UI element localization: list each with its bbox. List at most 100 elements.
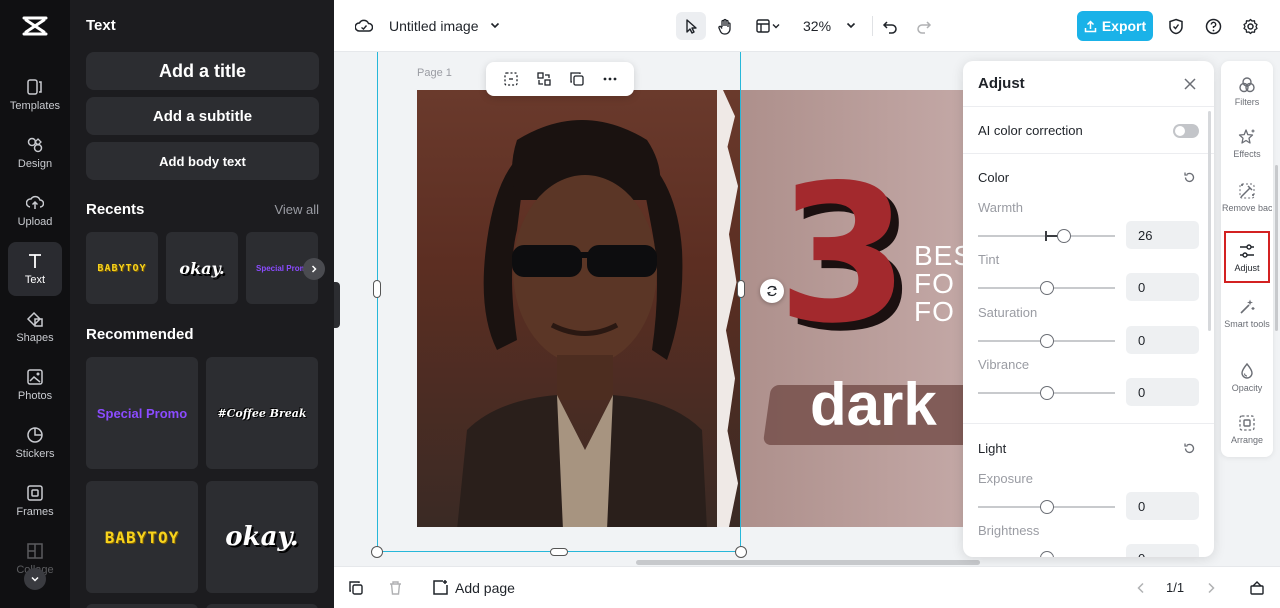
recommended-template-special-promo[interactable]: Special Promo	[86, 357, 198, 469]
cloud-save-icon[interactable]	[354, 16, 374, 36]
recents-next-button[interactable]	[303, 258, 325, 280]
vibrance-label: Vibrance	[978, 357, 1030, 372]
saturation-slider-knob[interactable]	[1039, 334, 1054, 348]
help-button[interactable]	[1203, 16, 1223, 36]
document-title[interactable]: Untitled image	[389, 18, 479, 34]
add-body-text-button[interactable]: Add body text	[86, 142, 319, 180]
recommended-template-okay[interactable]: okay.	[206, 481, 318, 593]
zoom-dropdown-icon[interactable]	[844, 18, 858, 32]
pages-panel-button[interactable]	[1248, 579, 1266, 597]
right-scrollbar[interactable]	[1275, 165, 1278, 331]
recommended-template-more[interactable]	[86, 604, 198, 608]
frames-icon	[27, 485, 43, 501]
add-page-button[interactable]: Add page	[432, 579, 515, 596]
chevron-down-icon	[31, 576, 39, 582]
horizontal-scrollbar[interactable]	[636, 560, 980, 565]
vibrance-slider-knob[interactable]	[1039, 386, 1054, 400]
close-icon[interactable]	[1182, 76, 1198, 92]
recommended-template-babytoy[interactable]: BABYTOY	[86, 481, 198, 593]
rail-item-templates[interactable]: Templates	[8, 68, 62, 122]
rail-item-photos[interactable]: Photos	[8, 358, 62, 412]
redo-button[interactable]	[914, 16, 934, 36]
view-all-link[interactable]: View all	[274, 202, 319, 217]
rail-label: Templates	[9, 100, 61, 112]
tint-value-input[interactable]: 0	[1126, 273, 1199, 301]
tint-label: Tint	[978, 252, 1000, 267]
saturation-value-input[interactable]: 0	[1126, 326, 1199, 354]
vibrance-value-input[interactable]: 0	[1126, 378, 1199, 406]
undo-button[interactable]	[880, 16, 900, 36]
reset-icon[interactable]	[1183, 442, 1196, 455]
ai-color-correction-toggle[interactable]	[1173, 124, 1199, 138]
hand-icon	[718, 18, 731, 35]
tool-smart-tools[interactable]: Smart tools	[1221, 287, 1273, 339]
tool-adjust[interactable]: Adjust	[1224, 231, 1270, 283]
resize-handle-left[interactable]	[373, 280, 381, 298]
add-page-icon	[433, 580, 448, 595]
resize-handle-bottom[interactable]	[550, 548, 568, 556]
add-title-button[interactable]: Add a title	[86, 52, 319, 90]
reset-icon[interactable]	[1183, 171, 1196, 184]
select-tool-button[interactable]	[676, 12, 706, 40]
rail-item-stickers[interactable]: Stickers	[8, 416, 62, 470]
rail-item-design[interactable]: Design	[8, 126, 62, 180]
tint-slider-knob[interactable]	[1039, 281, 1054, 295]
recommended-template-coffee-break[interactable]: #Coffee Break	[206, 357, 318, 469]
layout-menu-button[interactable]	[751, 15, 785, 37]
saturation-slider[interactable]	[978, 334, 1115, 348]
rail-item-text[interactable]: Text	[8, 242, 62, 296]
recent-template-okay[interactable]: okay.	[166, 232, 238, 304]
tool-effects[interactable]: Effects	[1221, 117, 1273, 169]
tool-remove-background[interactable]: Remove backgr...	[1221, 171, 1273, 223]
resize-handle-bottom-right[interactable]	[735, 546, 747, 558]
resize-handle-right[interactable]	[737, 280, 745, 298]
hand-tool-button[interactable]	[714, 14, 736, 38]
tint-slider[interactable]	[978, 281, 1115, 295]
rail-item-shapes[interactable]: Shapes	[8, 300, 62, 354]
export-button[interactable]: Export	[1077, 11, 1153, 41]
rail-collapse-button[interactable]	[24, 568, 46, 590]
rail-label: Shapes	[16, 332, 54, 344]
rail-item-frames[interactable]: Frames	[8, 474, 62, 528]
big-number-text[interactable]: 3	[777, 160, 909, 350]
warmth-slider[interactable]	[978, 229, 1115, 243]
chevron-down-icon[interactable]	[488, 18, 502, 32]
dark-word-text[interactable]: dark	[810, 370, 937, 439]
duplicate-page-button[interactable]	[348, 580, 364, 596]
text-panel: Text Add a title Add a subtitle Add body…	[70, 0, 334, 608]
warmth-value-input[interactable]: 26	[1126, 221, 1199, 249]
duplicate-icon[interactable]	[569, 71, 585, 87]
warmth-slider-knob[interactable]	[1057, 229, 1072, 243]
brightness-value-input[interactable]: 0	[1126, 544, 1199, 557]
brightness-slider-knob[interactable]	[1039, 551, 1054, 557]
security-button[interactable]	[1166, 16, 1186, 36]
adjust-panel-scrollbar[interactable]	[1208, 111, 1211, 331]
exposure-value-input[interactable]: 0	[1126, 492, 1199, 520]
selection-box[interactable]	[377, 52, 741, 552]
more-options-icon[interactable]	[602, 71, 618, 87]
capcut-logo[interactable]	[0, 0, 70, 52]
group-icon[interactable]	[536, 71, 552, 87]
settings-button[interactable]	[1240, 16, 1260, 36]
tool-arrange[interactable]: Arrange	[1221, 403, 1273, 455]
recommended-template-more[interactable]	[206, 604, 318, 608]
exposure-slider[interactable]	[978, 500, 1115, 514]
resize-handle-bottom-left[interactable]	[371, 546, 383, 558]
next-page-button[interactable]	[1204, 581, 1218, 595]
rail-item-upload[interactable]: Upload	[8, 184, 62, 238]
vibrance-slider[interactable]	[978, 386, 1115, 400]
filters-icon	[1239, 76, 1255, 92]
tool-filters[interactable]: Filters	[1221, 65, 1273, 117]
rotate-handle[interactable]	[760, 279, 784, 303]
add-subtitle-button[interactable]: Add a subtitle	[86, 97, 319, 135]
trash-icon	[389, 581, 401, 595]
exposure-slider-knob[interactable]	[1039, 500, 1054, 514]
tool-opacity[interactable]: Opacity	[1221, 351, 1273, 403]
previous-page-button[interactable]	[1134, 581, 1148, 595]
recent-template-babytoy[interactable]: BABYTOY	[86, 232, 158, 304]
divider	[963, 423, 1214, 424]
zoom-level[interactable]: 32%	[803, 18, 831, 34]
delete-page-button[interactable]	[387, 580, 403, 596]
shapes-icon	[26, 311, 43, 327]
select-area-icon[interactable]	[503, 71, 519, 87]
